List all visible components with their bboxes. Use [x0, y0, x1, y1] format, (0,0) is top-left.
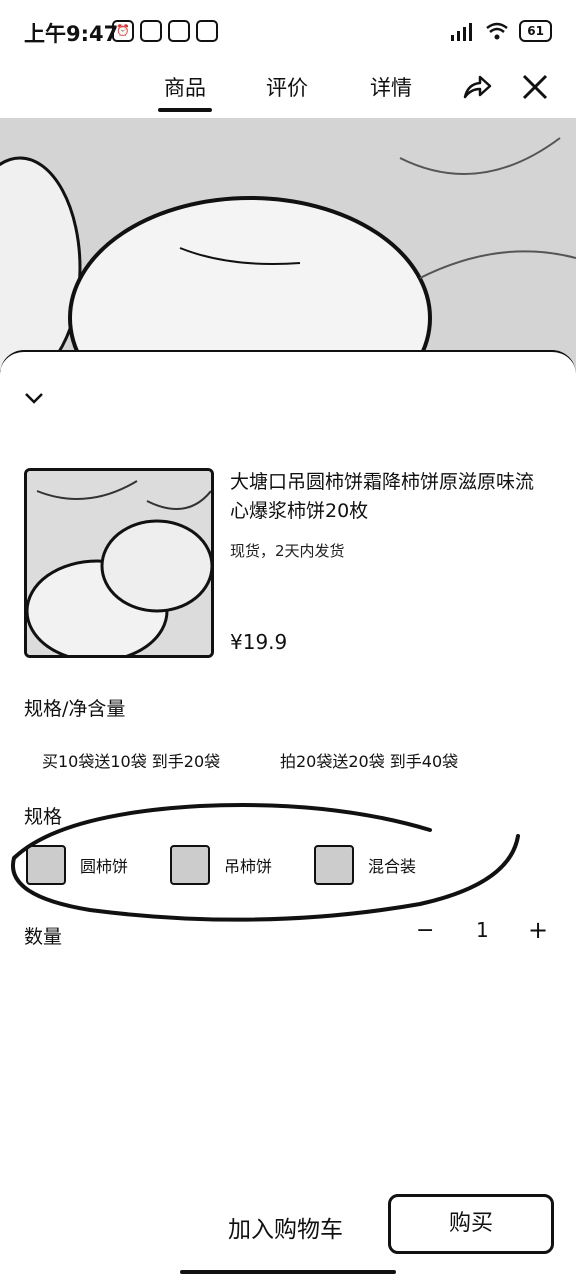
status-right: 61	[449, 20, 552, 42]
share-icon	[463, 75, 492, 99]
spec-option-round[interactable]: 圆柿饼	[26, 845, 128, 885]
add-to-cart-button[interactable]: 加入购物车	[228, 1210, 343, 1244]
stock-note: 现货，2天内发货	[230, 542, 345, 560]
collapse-button[interactable]	[22, 388, 46, 408]
tab-goods[interactable]: 商品	[158, 72, 212, 112]
chevron-down-icon	[25, 393, 43, 404]
sku-selector-sheet: 大塘口吊圆柿饼霜降柿饼原滋原味流心爆浆柿饼20枚 现货，2天内发货 ¥19.9 …	[0, 350, 576, 1282]
app-notification-icon	[196, 20, 218, 42]
quantity-decrease-button[interactable]: −	[416, 918, 434, 943]
product-price: ¥19.9	[230, 630, 288, 654]
notification-icons: ⏰	[112, 20, 218, 42]
product-hero-image	[0, 118, 576, 388]
tab-reviews[interactable]: 评价	[266, 72, 308, 102]
status-time: 上午9:47	[24, 22, 119, 46]
app-notification-icon	[140, 20, 162, 42]
spec-option-hanging[interactable]: 吊柿饼	[170, 845, 272, 885]
product-title: 大塘口吊圆柿饼霜降柿饼原滋原味流心爆浆柿饼20枚	[230, 471, 535, 522]
spec-option-thumbnail	[170, 845, 210, 885]
status-bar: 上午9:47 ⏰ 61	[0, 0, 576, 64]
signal-icon	[451, 23, 473, 41]
net-content-option[interactable]: 买10袋送10袋 到手20袋	[42, 748, 220, 772]
tab-details[interactable]: 详情	[370, 72, 412, 102]
home-indicator[interactable]	[180, 1270, 396, 1274]
spec-label: 规格	[24, 806, 63, 828]
share-button[interactable]	[460, 70, 494, 104]
spec-option-label: 混合装	[368, 857, 417, 876]
buy-button[interactable]: 购买	[388, 1194, 554, 1254]
top-nav: 商品 评价 详情	[0, 64, 576, 116]
close-button[interactable]	[518, 70, 552, 104]
net-content-label: 规格/净含量	[24, 698, 126, 720]
app-notification-icon	[168, 20, 190, 42]
battery-indicator: 61	[519, 20, 552, 42]
alarm-icon: ⏰	[112, 20, 134, 42]
spec-option-label: 圆柿饼	[80, 857, 129, 876]
spec-option-thumbnail	[314, 845, 354, 885]
quantity-value: 1	[476, 918, 489, 942]
close-icon	[522, 74, 548, 100]
quantity-increase-button[interactable]: +	[528, 916, 548, 944]
net-content-option[interactable]: 拍20袋送20袋 到手40袋	[280, 748, 458, 772]
spec-option-mixed[interactable]: 混合装	[314, 845, 416, 885]
quantity-label: 数量	[24, 926, 63, 948]
product-thumbnail	[24, 468, 214, 658]
spec-option-label: 吊柿饼	[224, 857, 273, 876]
spec-option-thumbnail	[26, 845, 66, 885]
wifi-icon	[486, 22, 509, 40]
